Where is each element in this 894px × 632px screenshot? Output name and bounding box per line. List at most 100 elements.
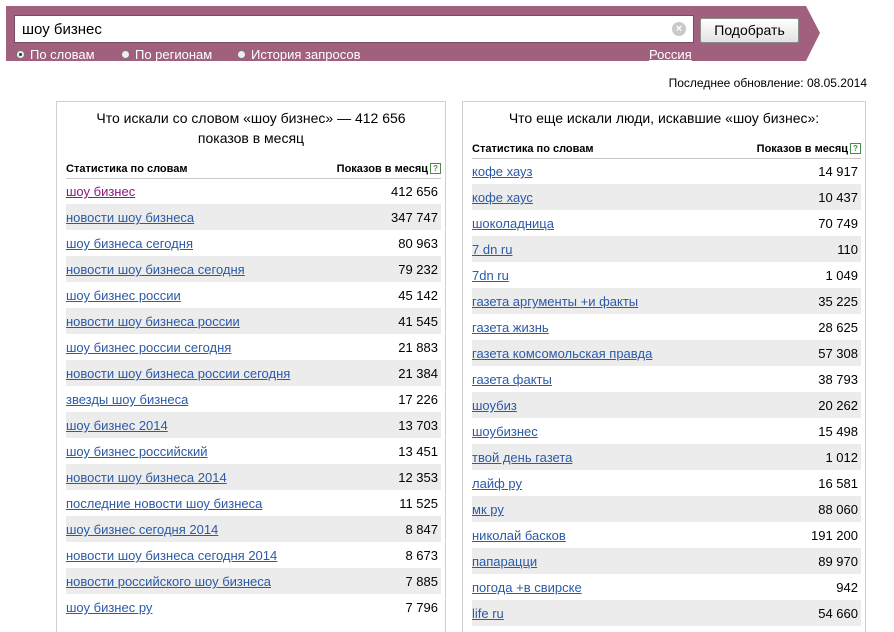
- phrase-link[interactable]: шоу бизнеса сегодня: [66, 236, 193, 251]
- submit-button[interactable]: Подобрать: [700, 18, 799, 43]
- impressions-count: 942: [836, 580, 858, 595]
- panel-title: Что искали со словом «шоу бизнес» — 412 …: [96, 110, 406, 146]
- phrase-link[interactable]: новости российского шоу бизнеса: [66, 574, 271, 589]
- impressions-count: 1 049: [825, 268, 858, 283]
- table-row: новости шоу бизнеса сегодня 79 232: [66, 256, 441, 282]
- table-row: кофе хауз 14 917: [472, 158, 861, 184]
- impressions-count: 15 498: [818, 424, 858, 439]
- phrase-link[interactable]: шоу бизнес россии: [66, 288, 181, 303]
- col-phrase: Статистика по словам: [66, 163, 188, 175]
- impressions-count: 21 883: [398, 340, 438, 355]
- table-row: газета факты 38 793: [472, 366, 861, 392]
- phrase-link[interactable]: твой день газета: [472, 450, 572, 465]
- phrase-link[interactable]: шоколадница: [472, 216, 554, 231]
- phrase-link[interactable]: шоу бизнес российский: [66, 444, 208, 459]
- table-row: новости шоу бизнеса 2014 12 353: [66, 464, 441, 490]
- phrase-link[interactable]: газета аргументы +и факты: [472, 294, 638, 309]
- phrase-link[interactable]: новости шоу бизнеса сегодня 2014: [66, 548, 277, 563]
- table-row: life ru 54 660: [472, 600, 861, 626]
- phrase-link[interactable]: новости шоу бизнеса: [66, 210, 194, 225]
- phrase-link[interactable]: мк ру: [472, 502, 504, 517]
- table-row: звезды шоу бизнеса 17 226: [66, 386, 441, 412]
- phrase-link[interactable]: 7dn ru: [472, 268, 509, 283]
- phrase-link[interactable]: шоу бизнес сегодня 2014: [66, 522, 218, 537]
- phrase-link[interactable]: папарацци: [472, 554, 537, 569]
- phrase-link[interactable]: шоу бизнес: [66, 184, 135, 199]
- table-header: Статистика по словам Показов в месяц?: [472, 140, 861, 159]
- search-panel: × Подобрать По словам По регионам Истори…: [6, 6, 806, 62]
- phrase-link[interactable]: николай басков: [472, 528, 566, 543]
- region-link[interactable]: Россия: [649, 47, 692, 62]
- phrase-link[interactable]: лайф ру: [472, 476, 522, 491]
- table-header: Статистика по словам Показов в месяц?: [66, 160, 441, 179]
- table-row: шоу бизнес россии сегодня 21 883: [66, 334, 441, 360]
- col-count: Показов в месяц?: [757, 143, 861, 155]
- help-icon[interactable]: ?: [430, 163, 441, 174]
- band-arrow: [806, 6, 820, 61]
- phrase-link[interactable]: звезды шоу бизнеса: [66, 392, 188, 407]
- impressions-count: 28 625: [818, 320, 858, 335]
- impressions-count: 7 885: [405, 574, 438, 589]
- impressions-count: 13 703: [398, 418, 438, 433]
- table-row: новости российского шоу бизнеса 7 885: [66, 568, 441, 594]
- impressions-count: 11 525: [399, 496, 438, 511]
- col-phrase: Статистика по словам: [472, 143, 594, 155]
- phrase-link[interactable]: life ru: [472, 606, 504, 621]
- clear-icon[interactable]: ×: [672, 22, 686, 36]
- mode-label: По словам: [30, 47, 95, 62]
- phrase-link[interactable]: 7 dn ru: [472, 242, 512, 257]
- impressions-count: 14 917: [818, 164, 858, 179]
- search-field[interactable]: ×: [14, 15, 694, 43]
- phrase-link[interactable]: газета жизнь: [472, 320, 549, 335]
- phrase-link[interactable]: газета факты: [472, 372, 552, 387]
- table-row: шоу бизнеса сегодня 80 963: [66, 230, 441, 256]
- phrase-link[interactable]: шоу бизнес ру: [66, 600, 152, 615]
- table-row: шоубизнес 15 498: [472, 418, 861, 444]
- wordstat-panel: Что искали со словом «шоу бизнес» — 412 …: [56, 101, 446, 632]
- mode-history[interactable]: История запросов: [237, 47, 361, 62]
- impressions-count: 7 796: [405, 600, 438, 615]
- mode-label: История запросов: [251, 47, 361, 62]
- impressions-count: 41 545: [398, 314, 438, 329]
- phrase-link[interactable]: новости шоу бизнеса сегодня: [66, 262, 245, 277]
- mode-label: По регионам: [135, 47, 213, 62]
- impressions-count: 191 200: [811, 528, 858, 543]
- phrase-link[interactable]: газета комсомольская правда: [472, 346, 652, 361]
- table-row: шоу бизнес российский 13 451: [66, 438, 441, 464]
- impressions-count: 8 847: [405, 522, 438, 537]
- impressions-count: 21 384: [398, 366, 438, 381]
- phrase-link[interactable]: кофе хауз: [472, 164, 533, 179]
- phrase-link[interactable]: шоу бизнес россии сегодня: [66, 340, 231, 355]
- search-input[interactable]: [15, 16, 672, 42]
- table-row: папарацци 89 970: [472, 548, 861, 574]
- mode-by-words[interactable]: По словам: [16, 47, 95, 62]
- help-icon[interactable]: ?: [850, 143, 861, 154]
- table-row: шоу бизнес 412 656: [66, 178, 441, 204]
- phrase-link[interactable]: шоу бизнес 2014: [66, 418, 168, 433]
- table-row: новости шоу бизнеса 347 747: [66, 204, 441, 230]
- phrase-link[interactable]: погода +в свирске: [472, 580, 582, 595]
- impressions-count: 347 747: [391, 210, 438, 225]
- table-row: новости шоу бизнеса россии сегодня 21 384: [66, 360, 441, 386]
- impressions-count: 110: [837, 242, 858, 257]
- phrase-link[interactable]: шоубизнес: [472, 424, 538, 439]
- radio-icon[interactable]: [237, 50, 246, 59]
- radio-icon[interactable]: [121, 50, 130, 59]
- impressions-count: 54 660: [818, 606, 858, 621]
- impressions-count: 8 673: [405, 548, 438, 563]
- table-row: 7dn ru 1 049: [472, 262, 861, 288]
- impressions-count: 88 060: [818, 502, 858, 517]
- table-row: мк ру 88 060: [472, 496, 861, 522]
- mode-by-regions[interactable]: По регионам: [121, 47, 212, 62]
- table-row: николай басков 191 200: [472, 522, 861, 548]
- col-count: Показов в месяц?: [337, 163, 441, 175]
- phrase-link[interactable]: новости шоу бизнеса россии сегодня: [66, 366, 290, 381]
- impressions-count: 70 749: [818, 216, 858, 231]
- impressions-count: 412 656: [391, 184, 438, 199]
- phrase-link[interactable]: кофе хаус: [472, 190, 533, 205]
- phrase-link[interactable]: последние новости шоу бизнеса: [66, 496, 262, 511]
- radio-icon[interactable]: [16, 50, 25, 59]
- phrase-link[interactable]: новости шоу бизнеса 2014: [66, 470, 227, 485]
- phrase-link[interactable]: новости шоу бизнеса россии: [66, 314, 240, 329]
- phrase-link[interactable]: шоубиз: [472, 398, 517, 413]
